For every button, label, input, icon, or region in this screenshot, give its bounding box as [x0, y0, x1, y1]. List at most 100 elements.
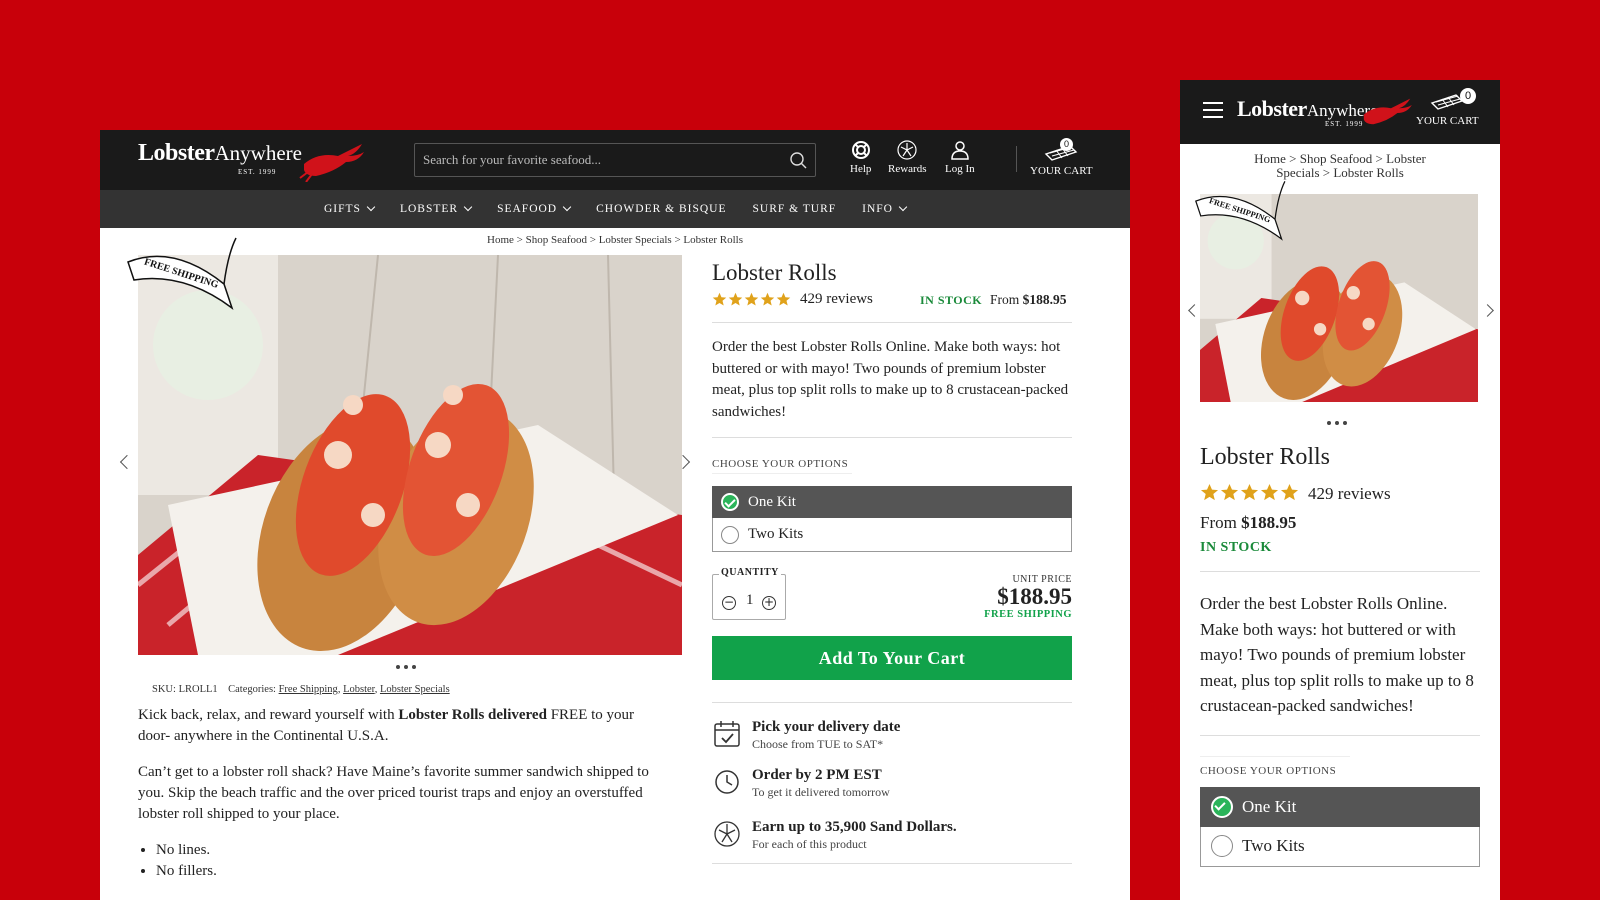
option-label: Two Kits	[748, 526, 804, 542]
desktop-window: LobsterAnywhere EST. 1999 Help Rewards L…	[100, 130, 1130, 900]
sand-dollar-icon	[714, 821, 740, 847]
lifebuoy-icon	[851, 141, 870, 159]
nav-item-chowder-bisque[interactable]: CHOWDER & BISQUE	[596, 203, 726, 215]
nav-item-info[interactable]: INFO	[862, 202, 908, 215]
option-label: One Kit	[748, 493, 796, 510]
increase-quantity-button[interactable]: +	[762, 596, 776, 610]
star-icon	[1220, 483, 1239, 501]
option-two-kits[interactable]: Two Kits	[712, 518, 1072, 552]
nav-item-label: INFO	[862, 203, 893, 215]
star-icon	[1280, 483, 1299, 501]
cart-count-badge: 0	[1060, 138, 1073, 151]
reviews-link[interactable]: 429 reviews	[1308, 484, 1391, 504]
chevron-down-icon	[463, 202, 473, 212]
product-title: Lobster Rolls	[1200, 444, 1330, 470]
product-meta: SKU: LROLL1 Categories: Free Shipping, L…	[152, 684, 450, 695]
login-label: Log In	[945, 163, 975, 175]
star-icon	[1260, 483, 1279, 501]
cart-button[interactable]: YOUR CART 0	[1416, 88, 1479, 127]
quantity-stepper: QUANTITY − 1 +	[712, 567, 786, 620]
search-icon[interactable]	[790, 152, 807, 169]
chevron-down-icon	[366, 202, 376, 212]
quantity-value[interactable]: 1	[746, 592, 754, 609]
logo-est: EST. 1999	[238, 168, 277, 176]
cart-button[interactable]: YOUR CART 0	[1030, 138, 1093, 177]
product-panel: Lobster Rolls 429 reviews From $188.95 I…	[1200, 444, 1480, 867]
help-button[interactable]: Help	[850, 140, 871, 175]
star-icon	[712, 292, 727, 306]
nav-item-gifts[interactable]: GIFTS	[324, 202, 376, 215]
product-title: Lobster Rolls	[712, 260, 837, 285]
stock-status: IN STOCK	[1200, 540, 1272, 555]
nav-item-lobster[interactable]: LOBSTER	[400, 202, 473, 215]
gallery-next-arrow[interactable]	[1481, 304, 1494, 317]
sku-value: LROLL1	[178, 684, 218, 695]
lobster-logo-icon	[1363, 98, 1412, 125]
nav-item-surf-turf[interactable]: SURF & TURF	[753, 203, 837, 215]
perk-title: Earn up to 35,900 Sand Dollars.	[752, 819, 957, 835]
option-label: Two Kits	[1242, 836, 1305, 855]
rating-stars[interactable]	[712, 292, 791, 307]
category-link-lobster[interactable]: Lobster	[343, 684, 375, 695]
site-logo[interactable]: LobsterAnywhere EST. 1999	[1237, 96, 1412, 128]
cart-count-badge: 0	[1460, 88, 1476, 104]
feature-bullet: No fillers.	[156, 861, 668, 882]
star-icon	[776, 292, 791, 306]
perk-title: Pick your delivery date	[752, 719, 901, 735]
product-panel: Lobster Rolls 429 reviews IN STOCK From …	[712, 260, 1072, 864]
site-header: LobsterAnywhere EST. 1999 Help Rewards L…	[100, 130, 1130, 190]
sand-dollar-icon	[897, 140, 917, 160]
perk-sand-dollars: Earn up to 35,900 Sand Dollars. For each …	[712, 819, 957, 852]
gallery-prev-arrow[interactable]	[1188, 304, 1201, 317]
option-one-kit[interactable]: One Kit	[712, 486, 1072, 518]
free-shipping-label: FREE SHIPPING	[984, 609, 1072, 620]
option-one-kit[interactable]: One Kit	[1200, 786, 1480, 827]
calendar-icon	[714, 721, 740, 747]
stock-status: IN STOCK	[920, 293, 983, 307]
nav-item-seafood[interactable]: SEAFOOD	[497, 202, 572, 215]
radio-checked-icon	[1211, 795, 1233, 818]
perk-delivery-date: Pick your delivery date Choose from TUE t…	[712, 719, 900, 752]
star-icon	[1240, 483, 1259, 501]
option-two-kits[interactable]: Two Kits	[1200, 826, 1480, 867]
search-input[interactable]	[415, 144, 775, 176]
sku-label: SKU:	[152, 684, 176, 695]
price-from: From $188.95	[1200, 513, 1297, 532]
cart-crate-icon	[1431, 94, 1464, 110]
nav-item-label: CHOWDER & BISQUE	[596, 203, 727, 215]
star-icon	[760, 292, 775, 306]
product-description: Order the best Lobster Rolls Online. Mak…	[1200, 594, 1474, 715]
decrease-quantity-button[interactable]: −	[722, 596, 736, 610]
feature-bullet: No lines.	[156, 840, 668, 861]
gallery-prev-arrow[interactable]	[119, 454, 135, 470]
cart-label: YOUR CART	[1030, 165, 1093, 177]
perk-subtitle: Choose from TUE to SAT*	[752, 737, 884, 751]
nav-item-label: SEAFOOD	[497, 203, 558, 215]
perk-subtitle: For each of this product	[752, 837, 867, 851]
rating-stars[interactable]	[1200, 483, 1299, 502]
gallery-dots[interactable]	[1327, 421, 1347, 425]
radio-checked-icon	[721, 493, 739, 511]
category-link-free-shipping[interactable]: Free Shipping	[279, 684, 338, 695]
nav-item-label: SURF & TURF	[752, 203, 837, 215]
reviews-link[interactable]: 429 reviews	[800, 291, 873, 308]
options-label: CHOOSE YOUR OPTIONS	[1200, 764, 1337, 777]
options-label: CHOOSE YOUR OPTIONS	[712, 458, 849, 470]
product-description: Order the best Lobster Rolls Online. Mak…	[712, 339, 1069, 420]
breadcrumb[interactable]: Home > Shop Seafood > Lobster Specials >…	[100, 234, 1130, 246]
star-icon	[744, 292, 759, 306]
main-nav: GIFTS LOBSTER SEAFOOD CHOWDER & BISQUE SURF …	[100, 190, 1130, 228]
product-long-description: Kick back, relax, and reward yourself wi…	[138, 705, 668, 882]
add-to-cart-button[interactable]: Add To Your Cart	[712, 636, 1072, 680]
gallery-dots[interactable]	[396, 665, 416, 669]
option-label: One Kit	[1242, 796, 1297, 816]
free-shipping-ribbon: FREE SHIPPING	[1192, 178, 1292, 249]
rewards-button[interactable]: Rewards	[888, 140, 927, 175]
breadcrumb[interactable]: Home > Shop Seafood > Lobster Specials >…	[1220, 152, 1460, 180]
category-link-lobster-specials[interactable]: Lobster Specials	[380, 684, 450, 695]
site-logo[interactable]: LobsterAnywhere EST. 1999	[138, 140, 364, 182]
hamburger-menu-icon[interactable]	[1203, 102, 1223, 123]
login-button[interactable]: Log In	[945, 140, 975, 175]
rewards-label: Rewards	[888, 163, 927, 175]
radio-unchecked-icon	[721, 525, 739, 544]
